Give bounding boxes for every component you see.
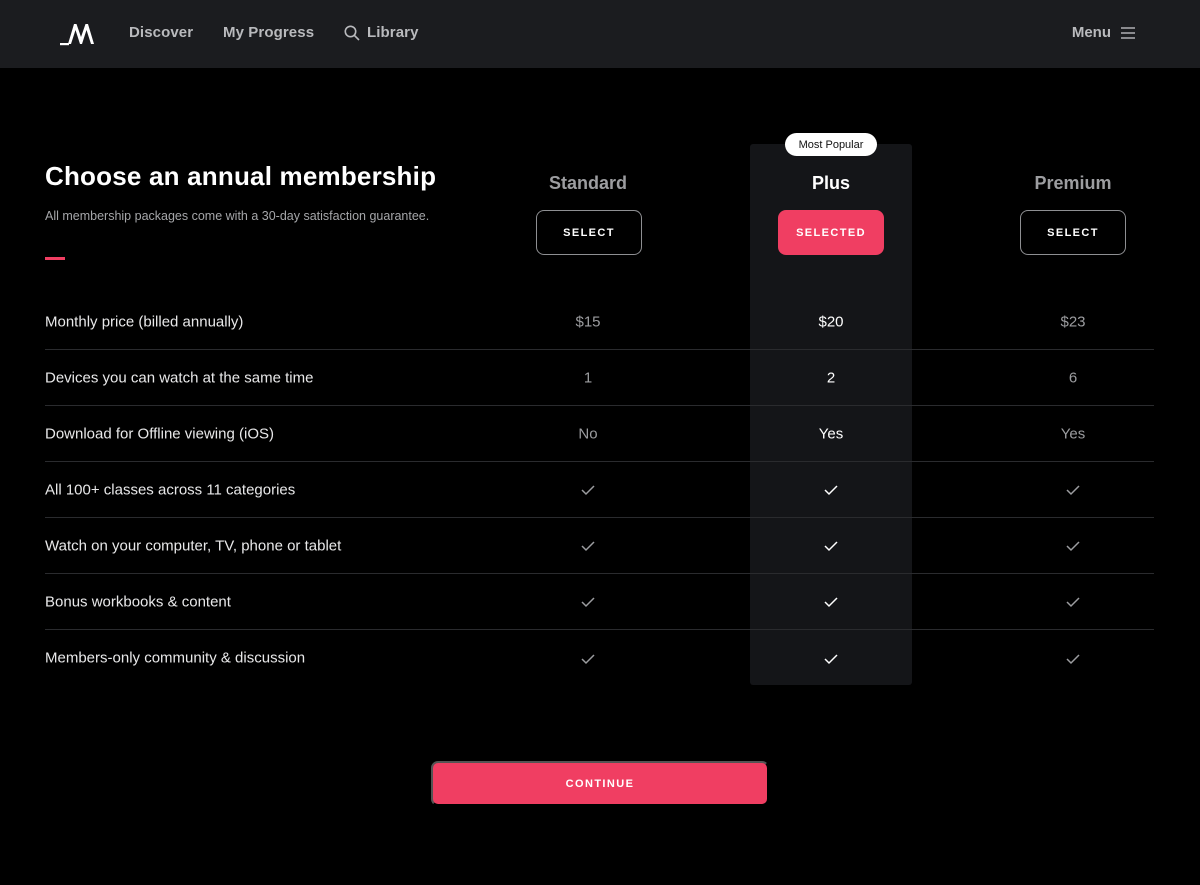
search-icon [344,25,360,41]
comparison-table: Monthly price (billed annually) $15 $20 $23… [45,294,1154,686]
checkmark-icon [1066,654,1080,664]
cell-plus [750,537,912,554]
nav-library-label: Library [367,24,419,41]
hamburger-icon [1121,26,1135,39]
row-label: Bonus workbooks & content [45,593,231,610]
cell-plus [750,593,912,610]
nav-my-progress[interactable]: My Progress [223,24,314,41]
table-row: Download for Offline viewing (iOS) No Yes Y… [45,406,1154,462]
table-row: Monthly price (billed annually) $15 $20 $23 [45,294,1154,350]
cell-premium: 6 [1068,369,1078,386]
plan-name-plus: Plus [811,173,850,193]
cell-premium [992,537,1154,554]
cell-premium [992,481,1154,498]
menu-label: Menu [1071,24,1111,41]
continue-button[interactable]: CONTINUE [431,761,769,806]
checkmark-icon [824,485,838,496]
select-premium-button[interactable]: SELECT [1020,210,1126,255]
row-label: Devices you can watch at the same time [45,369,314,386]
row-label: Members-only community & discussion [45,649,306,667]
checkmark-icon [581,597,595,608]
cell-plus: Yes [818,425,844,442]
nav-library[interactable]: Library [344,24,419,41]
cell-premium [992,650,1154,667]
row-label: Watch on your computer, TV, phone or tab… [45,537,342,554]
nav-discover[interactable]: Discover [129,24,193,41]
select-plus-button[interactable]: SELECTED [778,210,884,255]
cell-standard: 1 [583,369,593,386]
checkmark-icon [824,654,838,664]
cell-premium: Yes [1060,425,1086,442]
checkmark-icon [1066,541,1080,552]
cell-standard [507,481,669,498]
checkmark-icon [1066,597,1080,608]
table-row: Devices you can watch at the same time 1 2… [45,350,1154,406]
plan-name-premium: Premium [1034,173,1112,193]
table-row: Bonus workbooks & content [45,574,1154,630]
accent-divider [45,257,65,260]
row-label: All 100+ classes across 11 categories [45,481,296,498]
table-row: All 100+ classes across 11 categories [45,462,1154,518]
cell-standard [507,593,669,610]
checkmark-icon [824,597,838,608]
table-row: Members-only community & discussion [45,630,1154,686]
cell-premium: $23 [1060,313,1086,330]
cell-standard: $15 [575,313,601,330]
cell-standard: No [578,425,598,442]
page-title: Choose an annual membership [45,161,437,191]
masterclass-logo[interactable] [60,22,100,46]
table-row: Watch on your computer, TV, phone or tab… [45,518,1154,574]
cell-plus: 2 [826,369,836,386]
plan-name-standard: Standard [548,173,627,193]
cell-plus [750,481,912,498]
checkmark-icon [581,654,595,664]
menu-button[interactable]: Menu [1072,24,1135,41]
checkmark-icon [1066,485,1080,496]
cell-plus: $20 [818,313,844,330]
most-popular-badge: Most Popular [785,133,877,156]
cell-premium [992,593,1154,610]
select-standard-button[interactable]: SELECT [536,210,642,255]
cell-standard [507,537,669,554]
row-label: Monthly price (billed annually) [45,313,244,330]
page-subtitle: All membership packages come with a 30-d… [45,209,430,223]
checkmark-icon [581,485,595,496]
cell-standard [507,650,669,667]
row-label: Download for Offline viewing (iOS) [45,425,274,442]
top-nav: Discover My Progress Library Menu [0,0,1200,68]
checkmark-icon [824,541,838,552]
checkmark-icon [581,541,595,552]
cell-plus [750,650,912,667]
